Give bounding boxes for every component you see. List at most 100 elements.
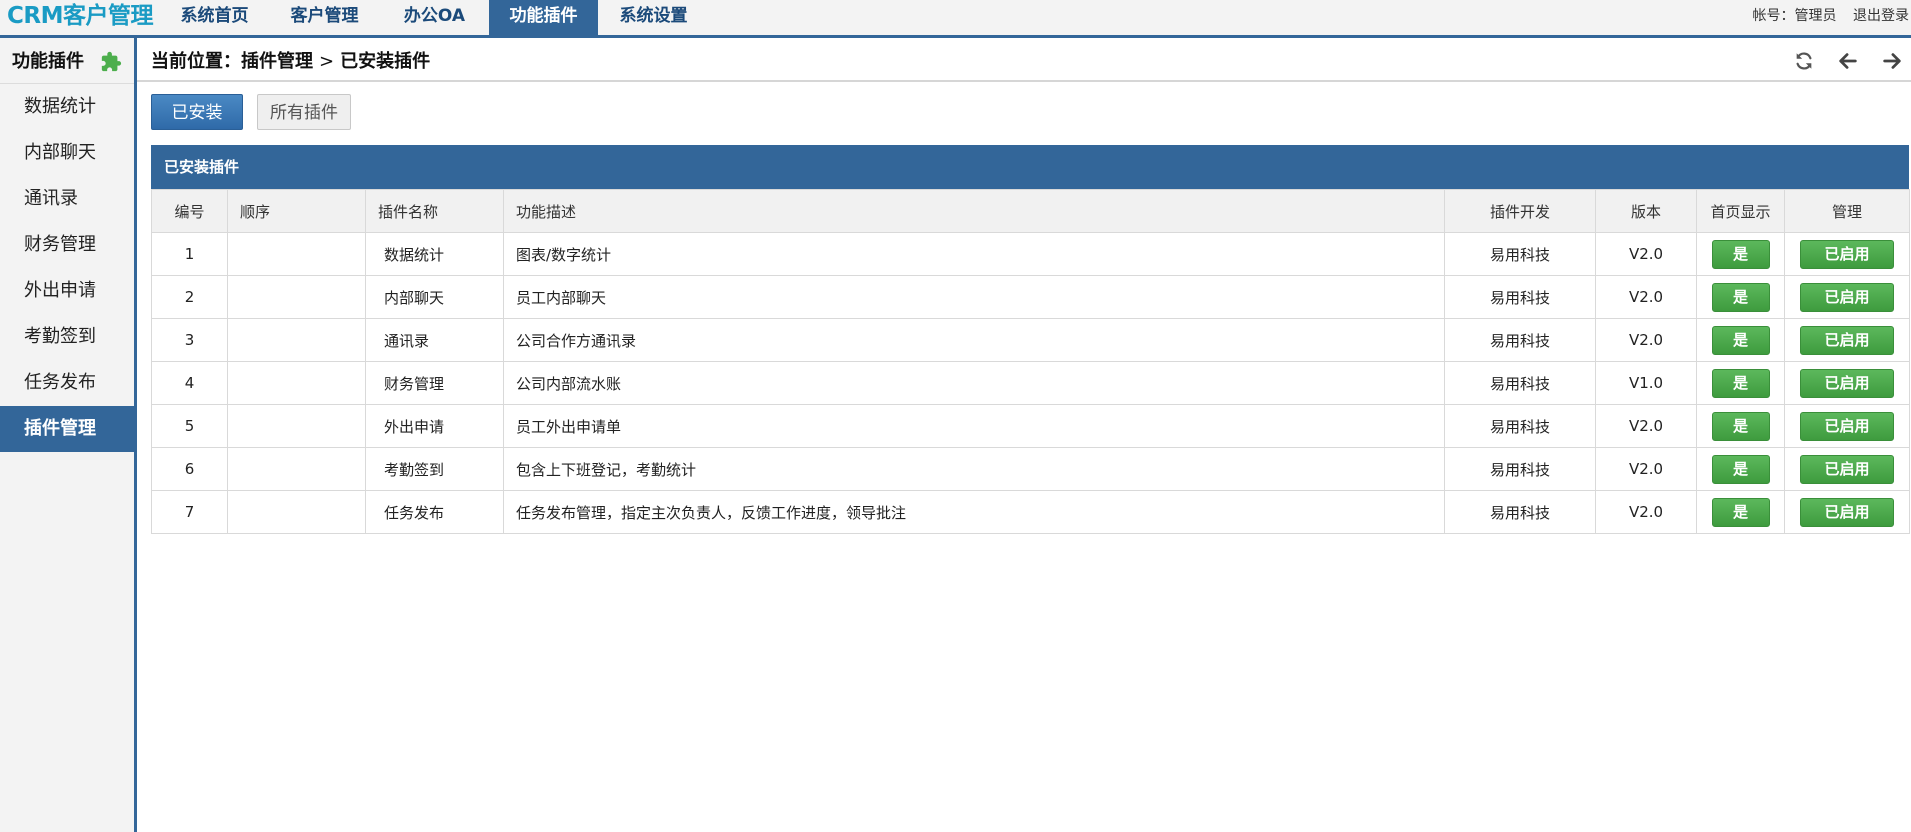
- column-header-name: 插件名称: [365, 189, 504, 233]
- cell-plugin-name: 考勤签到: [365, 447, 504, 491]
- logout-link[interactable]: 退出登录: [1853, 8, 1909, 24]
- cell-version: V2.0: [1595, 404, 1697, 448]
- table-row: 6 考勤签到 包含上下班登记，考勤统计 易用科技 V2.0 是已启用: [151, 447, 1910, 491]
- enabled-button[interactable]: 已启用: [1800, 368, 1894, 398]
- cell-manage: 已启用: [1784, 490, 1910, 534]
- column-header-home-display: 首页显示: [1696, 189, 1785, 233]
- cell-home-display: 是: [1696, 447, 1785, 491]
- table-header-row: 编号 顺序 插件名称 功能描述 插件开发 版本 首页显示 管理: [151, 189, 1910, 233]
- sidebar: 功能插件 数据统计 内部聊天 通讯录 财务管理 外出申请 考勤签到 任务发布 插…: [0, 38, 137, 832]
- puzzle-icon: [101, 51, 122, 72]
- cell-home-display: 是: [1696, 318, 1785, 362]
- nav-item-settings[interactable]: 系统设置: [598, 0, 709, 35]
- nav-item-plugins[interactable]: 功能插件: [489, 0, 598, 35]
- home-display-button[interactable]: 是: [1711, 239, 1770, 269]
- cell-id: 7: [151, 490, 228, 534]
- breadcrumb-tools: [1793, 50, 1903, 72]
- cell-order: [227, 447, 366, 491]
- plugins-table: 编号 顺序 插件名称 功能描述 插件开发 版本 首页显示 管理 1 数据统计 图表/…: [151, 189, 1910, 534]
- arrow-right-icon[interactable]: [1881, 50, 1903, 72]
- cell-home-display: 是: [1696, 232, 1785, 276]
- enabled-button[interactable]: 已启用: [1800, 497, 1894, 527]
- enabled-button[interactable]: 已启用: [1800, 325, 1894, 355]
- user-box: 帐号：管理员 退出登录: [1741, 0, 1909, 32]
- cell-plugin-name: 外出申请: [365, 404, 504, 448]
- cell-description: 包含上下班登记，考勤统计: [503, 447, 1445, 491]
- home-display-button[interactable]: 是: [1711, 282, 1770, 312]
- cell-developer: 易用科技: [1444, 361, 1596, 405]
- home-display-button[interactable]: 是: [1711, 454, 1770, 484]
- column-header-id: 编号: [151, 189, 228, 233]
- home-display-button[interactable]: 是: [1711, 325, 1770, 355]
- breadcrumb: 当前位置：插件管理 > 已安装插件: [151, 38, 430, 82]
- cell-id: 6: [151, 447, 228, 491]
- enabled-button[interactable]: 已启用: [1800, 454, 1894, 484]
- cell-version: V2.0: [1595, 490, 1697, 534]
- cell-order: [227, 404, 366, 448]
- sidebar-item-finance[interactable]: 财务管理: [0, 222, 134, 268]
- sidebar-item-chat[interactable]: 内部聊天: [0, 130, 134, 176]
- top-bar: CRM客户管理 系统首页 客户管理 办公OA 功能插件 系统设置 帐号：管理员 …: [0, 0, 1911, 38]
- cell-home-display: 是: [1696, 361, 1785, 405]
- refresh-icon[interactable]: [1793, 50, 1815, 72]
- sidebar-item-tasks[interactable]: 任务发布: [0, 360, 134, 406]
- sidebar-title: 功能插件: [0, 38, 134, 84]
- cell-version: V2.0: [1595, 232, 1697, 276]
- cell-home-display: 是: [1696, 490, 1785, 534]
- home-display-button[interactable]: 是: [1711, 368, 1770, 398]
- table-row: 4 财务管理 公司内部流水账 易用科技 V1.0 是已启用: [151, 361, 1910, 405]
- cell-description: 任务发布管理，指定主次负责人，反馈工作进度，领导批注: [503, 490, 1445, 534]
- nav-item-home[interactable]: 系统首页: [160, 0, 269, 35]
- cell-order: [227, 490, 366, 534]
- table-row: 2 内部聊天 员工内部聊天 易用科技 V2.0 是已启用: [151, 275, 1910, 319]
- cell-order: [227, 232, 366, 276]
- nav-item-office-oa[interactable]: 办公OA: [380, 0, 489, 35]
- breadcrumb-prefix: 当前位置：插件管理: [151, 51, 313, 72]
- cell-id: 1: [151, 232, 228, 276]
- app-logo[interactable]: CRM客户管理: [0, 0, 160, 35]
- cell-plugin-name: 财务管理: [365, 361, 504, 405]
- sidebar-item-plugin-management[interactable]: 插件管理: [0, 406, 134, 452]
- cell-home-display: 是: [1696, 404, 1785, 448]
- table-row: 7 任务发布 任务发布管理，指定主次负责人，反馈工作进度，领导批注 易用科技 V2.0 是…: [151, 490, 1910, 534]
- sidebar-item-contacts[interactable]: 通讯录: [0, 176, 134, 222]
- panel-title: 已安装插件: [151, 145, 1909, 189]
- cell-developer: 易用科技: [1444, 318, 1596, 362]
- arrow-left-icon[interactable]: [1837, 50, 1859, 72]
- sidebar-title-label: 功能插件: [12, 51, 84, 72]
- cell-order: [227, 361, 366, 405]
- cell-developer: 易用科技: [1444, 232, 1596, 276]
- cell-version: V2.0: [1595, 447, 1697, 491]
- enabled-button[interactable]: 已启用: [1800, 282, 1894, 312]
- sidebar-item-statistics[interactable]: 数据统计: [0, 84, 134, 130]
- cell-description: 公司内部流水账: [503, 361, 1445, 405]
- cell-plugin-name: 通讯录: [365, 318, 504, 362]
- cell-description: 员工外出申请单: [503, 404, 1445, 448]
- cell-id: 3: [151, 318, 228, 362]
- tab-all-plugins[interactable]: 所有插件: [257, 94, 351, 130]
- nav-item-customers[interactable]: 客户管理: [269, 0, 380, 35]
- enabled-button[interactable]: 已启用: [1800, 239, 1894, 269]
- sidebar-item-attendance[interactable]: 考勤签到: [0, 314, 134, 360]
- cell-version: V1.0: [1595, 361, 1697, 405]
- column-header-developer: 插件开发: [1444, 189, 1596, 233]
- cell-manage: 已启用: [1784, 275, 1910, 319]
- account-label: 帐号：管理员: [1752, 8, 1837, 24]
- sidebar-item-outing[interactable]: 外出申请: [0, 268, 134, 314]
- cell-id: 5: [151, 404, 228, 448]
- cell-manage: 已启用: [1784, 404, 1910, 448]
- cell-id: 4: [151, 361, 228, 405]
- main-nav: 系统首页 客户管理 办公OA 功能插件 系统设置: [160, 0, 709, 35]
- cell-plugin-name: 任务发布: [365, 490, 504, 534]
- enabled-button[interactable]: 已启用: [1800, 411, 1894, 441]
- cell-home-display: 是: [1696, 275, 1785, 319]
- cell-version: V2.0: [1595, 318, 1697, 362]
- table-row: 3 通讯录 公司合作方通讯录 易用科技 V2.0 是已启用: [151, 318, 1910, 362]
- column-header-description: 功能描述: [503, 189, 1445, 233]
- column-header-version: 版本: [1595, 189, 1697, 233]
- home-display-button[interactable]: 是: [1711, 497, 1770, 527]
- cell-developer: 易用科技: [1444, 447, 1596, 491]
- breadcrumb-separator: >: [319, 51, 335, 72]
- tab-installed[interactable]: 已安装: [151, 94, 243, 130]
- home-display-button[interactable]: 是: [1711, 411, 1770, 441]
